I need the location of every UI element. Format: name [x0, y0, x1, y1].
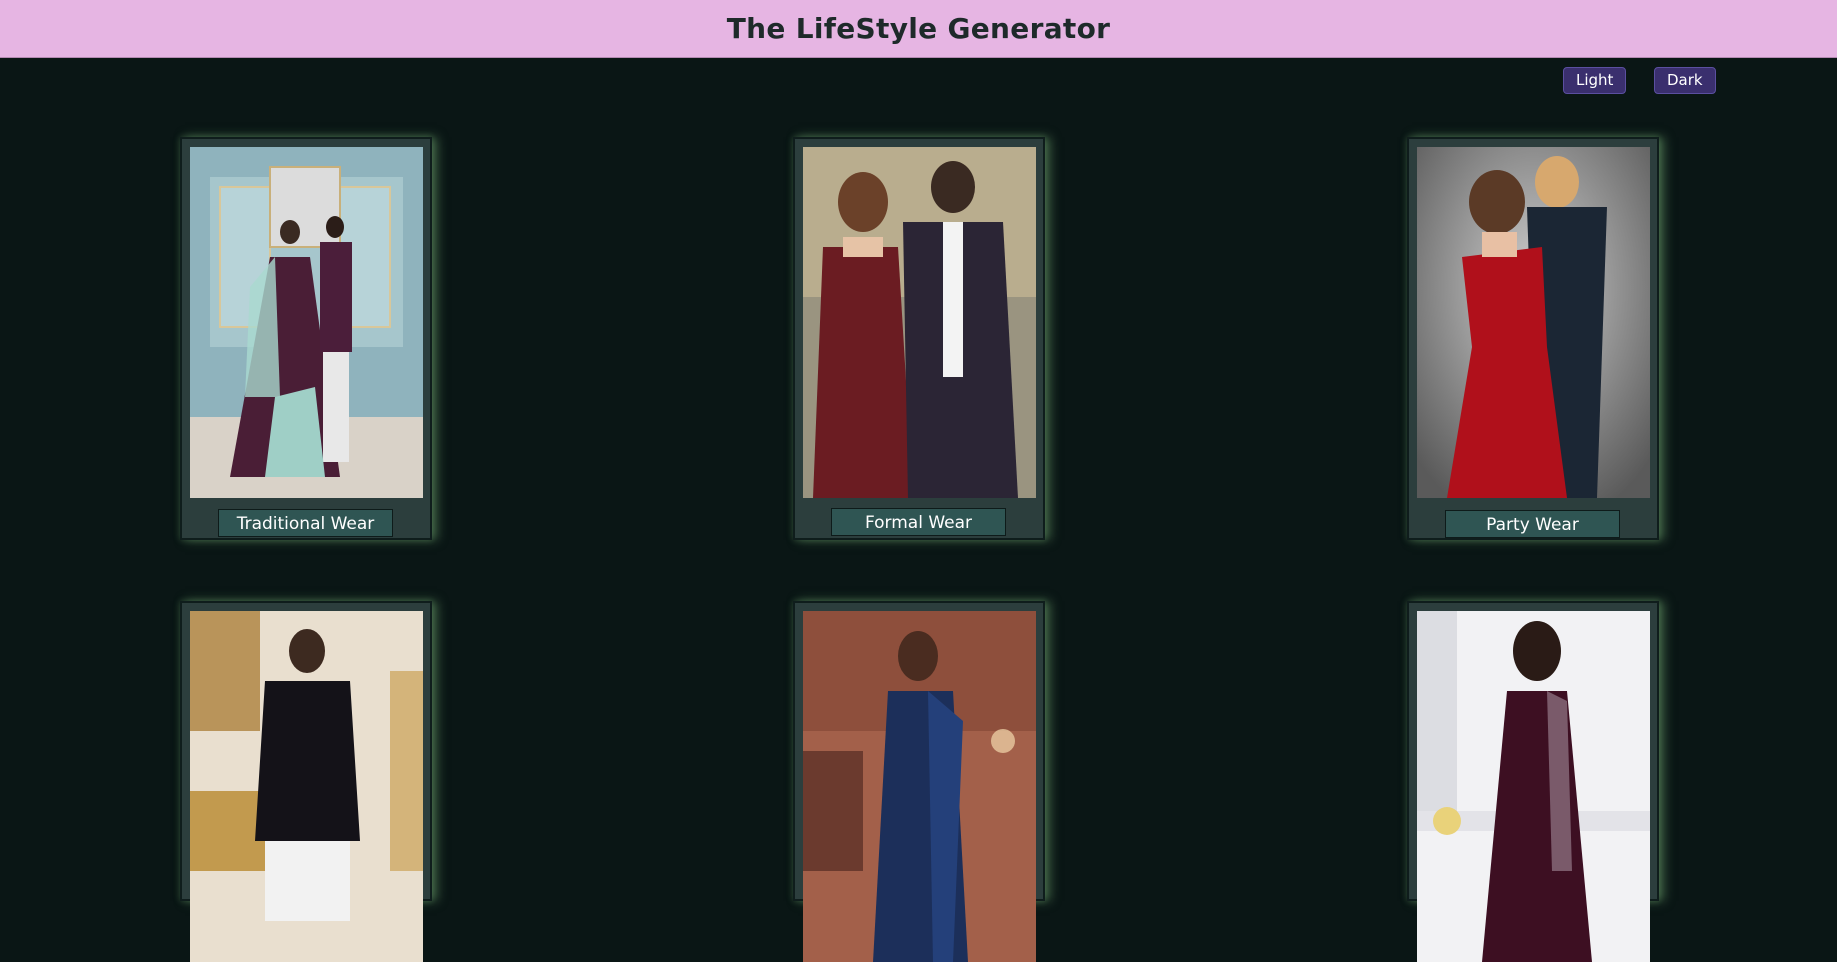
- category-card-formal[interactable]: Formal Wear: [793, 137, 1045, 540]
- man-sherwani-photo: [190, 611, 423, 962]
- category-card-row2-right[interactable]: [1407, 601, 1659, 962]
- girl-gown-photo: [1417, 611, 1650, 962]
- couple-formal-wear-photo: [803, 147, 1036, 498]
- category-card-traditional[interactable]: Traditional Wear: [180, 137, 432, 540]
- category-card-row2-middle[interactable]: [793, 601, 1045, 962]
- page-title: The LifeStyle Generator: [726, 12, 1111, 45]
- category-label-formal[interactable]: Formal Wear: [831, 508, 1006, 536]
- category-card-party[interactable]: Party Wear: [1407, 137, 1659, 540]
- light-theme-button[interactable]: Light: [1563, 67, 1627, 94]
- category-card-row2-left[interactable]: [180, 601, 432, 962]
- category-label-party[interactable]: Party Wear: [1445, 510, 1620, 538]
- page-header: The LifeStyle Generator: [0, 0, 1837, 58]
- couple-party-wear-photo: [1417, 147, 1650, 498]
- couple-traditional-wear-photo: [190, 147, 423, 498]
- dark-theme-button[interactable]: Dark: [1654, 67, 1716, 94]
- woman-saree-photo: [803, 611, 1036, 962]
- category-label-traditional[interactable]: Traditional Wear: [218, 509, 393, 537]
